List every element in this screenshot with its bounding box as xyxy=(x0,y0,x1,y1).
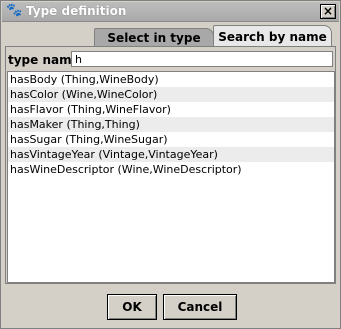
search-panel: type name: h hasBody (Thing,WineBody) ha… xyxy=(5,46,336,284)
window-title: Type definition xyxy=(26,4,127,18)
cancel-button[interactable]: Cancel xyxy=(163,294,237,320)
list-item[interactable]: hasColor (Wine,WineColor) xyxy=(8,87,334,102)
type-definition-dialog: 🐾 Type definition × Select in type tree … xyxy=(0,0,341,329)
list-item[interactable]: hasSugar (Thing,WineSugar) xyxy=(8,132,334,147)
tab-search-by-name[interactable]: Search by name xyxy=(213,25,332,48)
tab-select-in-type-tree[interactable]: Select in type tree xyxy=(94,28,214,63)
close-button[interactable]: × xyxy=(320,4,336,19)
list-item[interactable]: hasVintageYear (Vintage,VintageYear) xyxy=(8,147,334,162)
ok-button[interactable]: OK xyxy=(107,294,157,320)
list-item[interactable]: hasFlavor (Thing,WineFlavor) xyxy=(8,102,334,117)
paw-icon: 🐾 xyxy=(6,3,23,18)
results-list[interactable]: hasBody (Thing,WineBody) hasColor (Wine,… xyxy=(7,71,335,283)
list-item[interactable]: hasBody (Thing,WineBody) xyxy=(8,72,334,87)
list-item[interactable]: hasWineDescriptor (Wine,WineDescriptor) xyxy=(8,162,334,177)
type-name-input[interactable]: h xyxy=(71,51,333,67)
title-bar[interactable]: 🐾 Type definition × xyxy=(2,2,339,22)
list-item[interactable]: hasMaker (Thing,Thing) xyxy=(8,117,334,132)
tab-strip: Select in type tree Search by name xyxy=(1,25,341,63)
